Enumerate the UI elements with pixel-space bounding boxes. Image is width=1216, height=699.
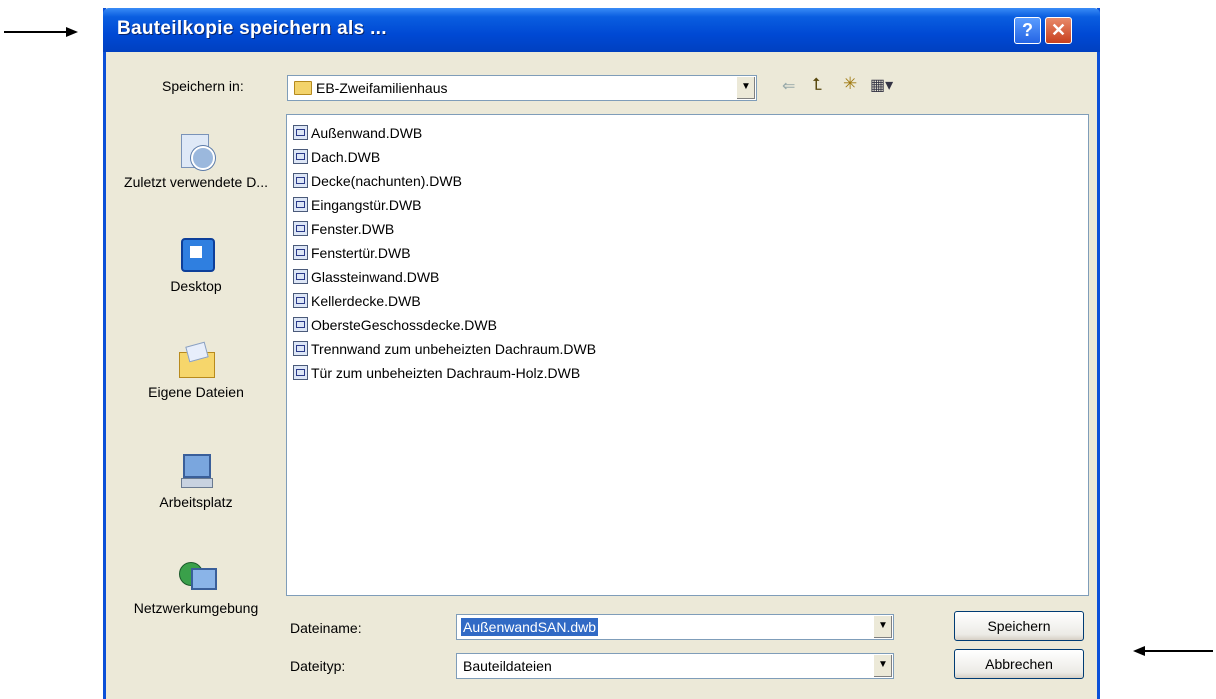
dwb-file-icon	[293, 221, 308, 236]
list-item[interactable]: Dach.DWB	[293, 145, 380, 169]
list-item[interactable]: Trennwand zum unbeheizten Dachraum.DWB	[293, 337, 596, 361]
dwb-file-icon	[293, 293, 308, 308]
cancel-button[interactable]: Abbrechen	[954, 649, 1084, 679]
list-item[interactable]: Fenstertür.DWB	[293, 241, 411, 265]
list-item[interactable]: ObersteGeschossdecke.DWB	[293, 313, 497, 337]
filename-value: AußenwandSAN.dwb	[461, 618, 599, 636]
dwb-file-icon	[293, 341, 308, 356]
save-button[interactable]: Speichern	[954, 611, 1084, 641]
chevron-down-icon[interactable]: ▼	[736, 77, 755, 99]
dwb-file-icon	[293, 149, 308, 164]
dwb-file-icon	[293, 245, 308, 260]
help-button[interactable]: ?	[1014, 17, 1041, 44]
dwb-file-icon	[293, 365, 308, 380]
save-in-combo[interactable]: EB-Zweifamilienhaus ▼	[287, 75, 757, 101]
recent-icon	[177, 132, 215, 170]
list-item[interactable]: Außenwand.DWB	[293, 121, 422, 145]
place-my-computer[interactable]: Arbeitsplatz	[106, 452, 286, 510]
list-item[interactable]: Fenster.DWB	[293, 217, 394, 241]
dwb-file-icon	[293, 269, 308, 284]
dwb-file-icon	[293, 197, 308, 212]
network-icon	[177, 558, 217, 596]
filename-field[interactable]: AußenwandSAN.dwb ▼	[456, 614, 894, 640]
list-item[interactable]: Eingangstür.DWB	[293, 193, 422, 217]
place-label: Netzwerkumgebung	[133, 600, 259, 616]
filetype-value: Bauteildateien	[463, 658, 552, 674]
close-button[interactable]: ✕	[1045, 17, 1072, 44]
title-bar[interactable]: Bauteilkopie speichern als ... ? ✕	[103, 8, 1100, 52]
file-list[interactable]: Außenwand.DWB Dach.DWB Decke(nachunten).…	[286, 114, 1089, 596]
folder-icon	[294, 81, 312, 95]
list-item[interactable]: Decke(nachunten).DWB	[293, 169, 462, 193]
list-item[interactable]: Tür zum unbeheizten Dachraum-Holz.DWB	[293, 361, 580, 385]
filetype-select[interactable]: Bauteildateien ▼	[456, 653, 894, 679]
place-label: Arbeitsplatz	[159, 494, 233, 510]
chevron-down-icon[interactable]: ▼	[873, 655, 892, 677]
save-dialog: Bauteilkopie speichern als ... ? ✕ Speic…	[103, 8, 1100, 699]
view-menu-icon[interactable]: ▦▾	[870, 75, 893, 95]
my-computer-icon	[177, 452, 215, 490]
new-folder-icon[interactable]: ✳	[843, 74, 857, 94]
dwb-file-icon	[293, 125, 308, 140]
place-label: Zuletzt verwendete D...	[124, 174, 268, 190]
chevron-down-icon[interactable]: ▼	[873, 616, 892, 638]
place-network[interactable]: Netzwerkumgebung	[106, 558, 286, 616]
place-my-documents[interactable]: Eigene Dateien	[106, 341, 286, 400]
list-item[interactable]: Kellerdecke.DWB	[293, 289, 421, 313]
filetype-label: Dateityp:	[290, 658, 346, 674]
place-desktop[interactable]: Desktop	[106, 236, 286, 294]
desktop-icon	[177, 236, 215, 274]
filename-label: Dateiname:	[290, 620, 362, 636]
save-in-label: Speichern in:	[162, 78, 244, 94]
list-item[interactable]: Glassteinwand.DWB	[293, 265, 439, 289]
place-label: Desktop	[170, 278, 222, 294]
dwb-file-icon	[293, 173, 308, 188]
dialog-title: Bauteilkopie speichern als ...	[117, 18, 387, 39]
dwb-file-icon	[293, 317, 308, 332]
save-in-value: EB-Zweifamilienhaus	[316, 80, 448, 96]
back-icon[interactable]: ⇐	[782, 76, 795, 96]
up-folder-icon[interactable]: ⮤	[812, 75, 822, 95]
place-recent[interactable]: Zuletzt verwendete D...	[106, 132, 286, 190]
my-documents-icon	[177, 341, 215, 380]
place-label: Eigene Dateien	[148, 384, 244, 400]
